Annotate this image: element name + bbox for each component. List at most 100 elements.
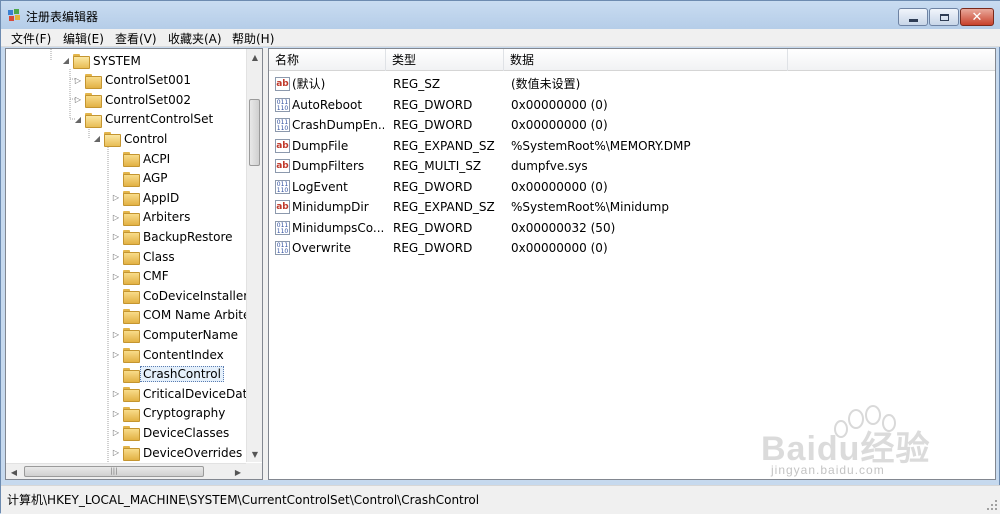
value-name: MinidumpDir xyxy=(292,200,369,214)
collapse-arrow-icon[interactable]: ◢ xyxy=(74,115,82,124)
tree-item[interactable]: CrashControl xyxy=(112,365,224,384)
value-data: dumpfve.sys xyxy=(511,159,588,173)
values-list-pane[interactable]: 名称 类型 数据 ab (默认) REG_SZ (数值未设置) 011 110 AutoRe… xyxy=(268,48,996,480)
scroll-right-icon[interactable]: ▶ xyxy=(230,464,246,479)
scroll-thumb[interactable] xyxy=(249,99,260,166)
tree-item-label: BackupRestore xyxy=(143,229,233,244)
tree-item[interactable]: ▷ ControlSet001 xyxy=(74,71,191,90)
tree-item[interactable]: COM Name Arbiter xyxy=(112,306,255,325)
value-type: REG_DWORD xyxy=(393,118,473,132)
value-row[interactable]: ab DumpFilters REG_MULTI_SZ dumpfve.sys xyxy=(269,156,995,176)
collapse-arrow-icon[interactable]: ◢ xyxy=(93,134,101,143)
expand-arrow-icon[interactable]: ▷ xyxy=(112,350,120,359)
expand-arrow-icon[interactable]: ▷ xyxy=(112,448,120,457)
expand-arrow-icon[interactable]: ▷ xyxy=(74,76,82,85)
menu-edit[interactable]: 编辑(E) xyxy=(63,30,104,47)
tree-horizontal-scrollbar[interactable]: ◀ ||| ▶ xyxy=(6,463,246,479)
tree-item[interactable]: ▷ Cryptography xyxy=(112,404,225,423)
value-row[interactable]: 011 110 CrashDumpEn... REG_DWORD 0x00000000 … xyxy=(269,115,995,135)
folder-icon xyxy=(85,73,102,89)
tree-item[interactable]: ▷ DeviceClasses xyxy=(112,423,229,442)
value-row[interactable]: 011 110 Overwrite REG_DWORD 0x00000000 (0) xyxy=(269,238,995,258)
tree-item[interactable]: ▷ Class xyxy=(112,247,175,266)
scroll-down-icon[interactable]: ▼ xyxy=(247,446,262,462)
tree-item[interactable]: ◢ CurrentControlSet xyxy=(74,110,213,129)
tree-item[interactable]: ▷ AppID xyxy=(112,188,179,207)
tree-item[interactable]: AGP xyxy=(112,169,168,188)
tree-item-label: CurrentControlSet xyxy=(105,112,214,127)
tree-item-label: Arbiters xyxy=(143,210,191,225)
menu-favorites[interactable]: 收藏夹(A) xyxy=(168,30,222,47)
expand-arrow-icon[interactable]: ▷ xyxy=(112,330,120,339)
tree-item-label: ControlSet002 xyxy=(105,92,191,107)
expand-arrow-icon[interactable]: ▷ xyxy=(112,232,120,241)
scroll-up-icon[interactable]: ▲ xyxy=(247,49,262,65)
tree-item-label: Cryptography xyxy=(143,406,226,421)
column-header-type[interactable]: 类型 xyxy=(386,49,504,71)
value-row[interactable]: ab DumpFile REG_EXPAND_SZ %SystemRoot%\MEMO… xyxy=(269,136,995,156)
resize-grip-icon[interactable] xyxy=(986,499,998,511)
expand-arrow-icon[interactable]: ▷ xyxy=(112,193,120,202)
tree-item-label: Control xyxy=(124,131,168,146)
folder-icon xyxy=(123,308,140,324)
value-type: REG_DWORD xyxy=(393,220,473,235)
menu-view[interactable]: 查看(V) xyxy=(115,30,157,47)
expand-arrow-icon[interactable]: ▷ xyxy=(112,409,120,418)
expand-arrow-icon[interactable]: ▷ xyxy=(112,213,120,222)
tree-item[interactable]: ▷ DeviceOverrides xyxy=(112,443,242,462)
tree-item[interactable]: ◢ SYSTEM xyxy=(62,51,141,70)
close-button[interactable]: ✕ xyxy=(960,8,994,26)
column-header-data[interactable]: 数据 xyxy=(504,49,788,71)
value-row[interactable]: 011 110 LogEvent REG_DWORD 0x00000000 (0) xyxy=(269,177,995,197)
expand-arrow-icon[interactable]: ▷ xyxy=(74,95,82,104)
value-name: DumpFile xyxy=(292,138,349,153)
binary-value-icon: 011 110 xyxy=(275,179,290,194)
value-data: 0x00000000 (0) xyxy=(511,179,608,194)
value-row[interactable]: 011 110 AutoReboot REG_DWORD 0x00000000 (0) xyxy=(269,95,995,115)
folder-icon xyxy=(123,328,140,344)
folder-icon xyxy=(73,54,90,69)
folder-icon xyxy=(123,269,140,285)
expand-arrow-icon[interactable]: ▷ xyxy=(112,272,120,281)
scroll-thumb[interactable]: ||| xyxy=(24,466,204,477)
value-row[interactable]: ab MinidumpDir REG_EXPAND_SZ %SystemRoot%\M… xyxy=(269,197,995,217)
expand-arrow-icon[interactable]: ▷ xyxy=(112,252,120,261)
tree-item[interactable]: ▷ BackupRestore xyxy=(112,227,233,246)
expand-arrow-icon[interactable]: ▷ xyxy=(112,428,120,437)
tree-item[interactable]: ACPI xyxy=(112,149,170,168)
expand-arrow-icon[interactable]: ▷ xyxy=(112,389,120,398)
maximize-button[interactable] xyxy=(929,8,959,26)
key-tree-pane[interactable]: ◢ SYSTEM ▷ ControlSet001 ▷ ControlSet002 ◢ Curr… xyxy=(5,48,263,480)
value-data: 0x00000000 (0) xyxy=(511,241,608,255)
tree-item-label: SYSTEM xyxy=(93,53,141,68)
value-data: (数值未设置) xyxy=(511,77,581,91)
value-type: REG_DWORD xyxy=(393,241,473,255)
minimize-button[interactable] xyxy=(898,8,928,26)
scroll-left-icon[interactable]: ◀ xyxy=(6,464,22,479)
tree-item[interactable]: ◢ Control xyxy=(93,129,167,148)
tree-item[interactable]: ▷ ControlSet002 xyxy=(74,90,191,109)
column-header-name[interactable]: 名称 xyxy=(269,49,386,71)
menu-help[interactable]: 帮助(H) xyxy=(232,30,274,47)
tree-item-label: CriticalDeviceData xyxy=(143,386,255,401)
tree-item-label: ComputerName xyxy=(143,327,239,342)
title-bar[interactable]: 注册表编辑器 ✕ xyxy=(1,1,1000,29)
binary-value-icon: 011 110 xyxy=(275,97,290,112)
value-row[interactable]: ab (默认) REG_SZ (数值未设置) xyxy=(269,74,995,94)
tree-vertical-scrollbar[interactable]: ▲ ▼ xyxy=(246,49,262,462)
folder-icon xyxy=(85,93,102,109)
value-row[interactable]: 011 110 MinidumpsCo... REG_DWORD 0x00000032 … xyxy=(269,218,995,238)
status-key-path: 计算机\HKEY_LOCAL_MACHINE\SYSTEM\CurrentCon… xyxy=(7,493,480,507)
tree-item[interactable]: ▷ ComputerName xyxy=(112,325,238,344)
tree-item[interactable]: ▷ CMF xyxy=(112,267,169,286)
collapse-arrow-icon[interactable]: ◢ xyxy=(62,56,70,65)
tree-item[interactable]: ▷ CriticalDeviceData xyxy=(112,384,255,403)
tree-item[interactable]: CoDeviceInstallers xyxy=(112,286,254,305)
tree-item[interactable]: ▷ Arbiters xyxy=(112,208,190,227)
tree-item-label: AGP xyxy=(143,171,168,186)
menu-file[interactable]: 文件(F) xyxy=(11,30,51,47)
value-type: REG_DWORD xyxy=(393,97,473,112)
value-data: %SystemRoot%\MEMORY.DMP xyxy=(511,138,691,153)
tree-item-label: DeviceClasses xyxy=(143,425,230,440)
tree-item[interactable]: ▷ ContentIndex xyxy=(112,345,224,364)
